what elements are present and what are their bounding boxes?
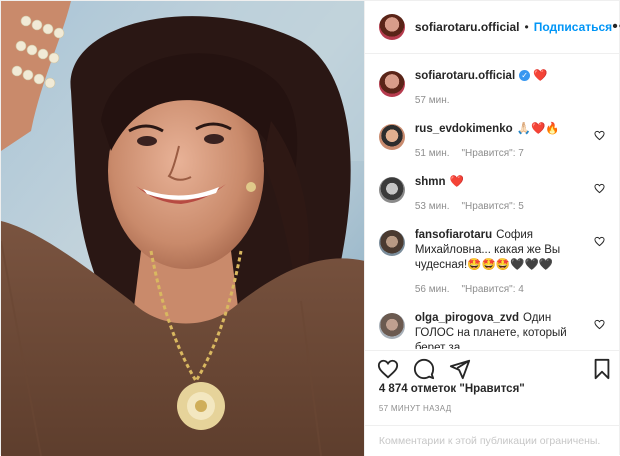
- comment-avatar[interactable]: [378, 177, 405, 203]
- comment-item: olga_pirogova_zvd Один ГОЛОС на планете, …: [378, 311, 609, 349]
- bookmark-icon[interactable]: [591, 358, 613, 380]
- comment-item: shmn ❤️ 53 мин. "Нравится": 5: [378, 175, 609, 214]
- verified-badge-icon: ✓: [519, 70, 531, 82]
- comment-username[interactable]: rus_evdokimenko: [415, 123, 513, 135]
- share-icon[interactable]: [449, 358, 471, 380]
- comment-likes[interactable]: "Нравится": 4: [462, 282, 524, 297]
- post-photo[interactable]: [1, 1, 364, 456]
- heart-icon[interactable]: [377, 358, 399, 380]
- post-timestamp[interactable]: 57 МИНУТ НАЗАД: [379, 404, 452, 413]
- comment-like-heart-icon[interactable]: [594, 130, 605, 141]
- comment-text: ❤️: [449, 176, 464, 188]
- caption-avatar[interactable]: [378, 71, 405, 97]
- caption-username[interactable]: sofiarotaru.official: [415, 70, 515, 82]
- comment-time[interactable]: 51 мин.: [415, 146, 450, 161]
- likes-count[interactable]: 4 874 отметок "Нравится": [379, 383, 525, 395]
- comment-username[interactable]: olga_pirogova_zvd: [415, 312, 519, 324]
- caption-text: ❤️: [533, 70, 548, 82]
- comment-username[interactable]: shmn: [415, 176, 446, 188]
- comment-likes[interactable]: "Нравится": 5: [462, 199, 524, 214]
- post-sidebar: sofiarotaru.official • Подписаться ••• s…: [363, 1, 620, 456]
- comment-text: 🙏🏻❤️🔥: [516, 123, 560, 135]
- caption-time[interactable]: 57 мин.: [415, 93, 450, 108]
- comment-likes[interactable]: "Нравится": 7: [462, 146, 524, 161]
- post-header: sofiarotaru.official • Подписаться •••: [364, 1, 620, 54]
- post-caption: sofiarotaru.official ✓ ❤️ 57 мин.: [378, 69, 609, 108]
- comment-like-heart-icon[interactable]: [594, 183, 605, 194]
- comment-username[interactable]: fansofiarotaru: [415, 229, 492, 241]
- comment-avatar[interactable]: [378, 230, 405, 256]
- comments-list[interactable]: sofiarotaru.official ✓ ❤️ 57 мин. rus_evdo…: [365, 55, 620, 349]
- comment-time[interactable]: 56 мин.: [415, 282, 450, 297]
- comment-time[interactable]: 53 мин.: [415, 199, 450, 214]
- owner-avatar[interactable]: [378, 14, 405, 40]
- header-separator: •: [524, 20, 529, 34]
- comment-avatar[interactable]: [378, 313, 405, 339]
- owner-username[interactable]: sofiarotaru.official: [415, 20, 520, 34]
- comment-item: rus_evdokimenko 🙏🏻❤️🔥 51 мин. "Нравится":…: [378, 122, 609, 161]
- comment-icon[interactable]: [413, 358, 435, 380]
- comment-item: fansofiarotaru София Михайловна... какая …: [378, 228, 609, 297]
- comment-like-heart-icon[interactable]: [594, 319, 605, 330]
- post-actions: [364, 350, 620, 386]
- instagram-post: sofiarotaru.official • Подписаться ••• s…: [0, 0, 620, 456]
- more-options-icon[interactable]: •••: [612, 18, 620, 36]
- comment-avatar[interactable]: [378, 124, 405, 150]
- comments-disabled-notice: Комментарии к этой публикации ограничены…: [364, 425, 620, 456]
- post-photo-image: [1, 1, 364, 456]
- follow-button[interactable]: Подписаться: [534, 20, 612, 34]
- comment-like-heart-icon[interactable]: [594, 236, 605, 247]
